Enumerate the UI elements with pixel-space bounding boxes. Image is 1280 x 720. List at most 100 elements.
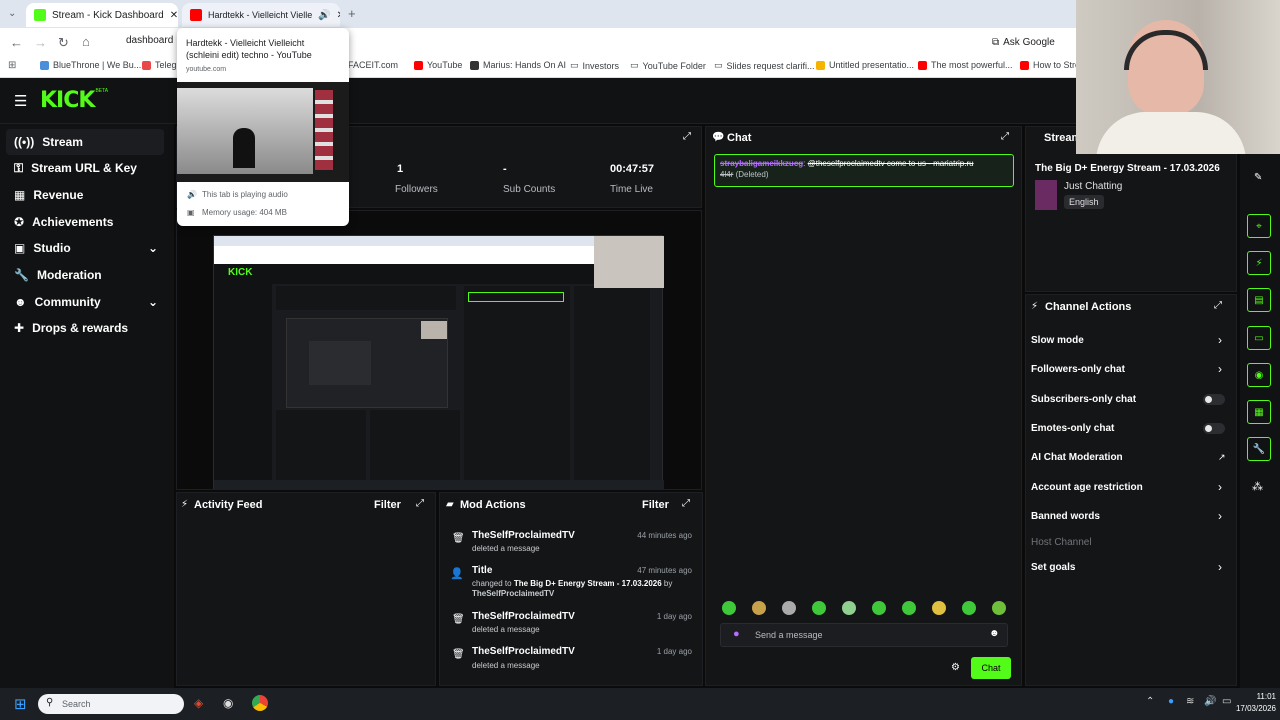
emote-icon[interactable] xyxy=(752,601,766,615)
settings-cluster-icon[interactable]: ⁂ xyxy=(1252,480,1263,493)
subscribers-only-item[interactable]: Subscribers-only chat xyxy=(1031,394,1136,405)
tab-youtube-hardtekk[interactable]: Hardtekk - Vielleicht Vielle 🔊 ✕ xyxy=(182,3,340,27)
rail-button-chat-icon[interactable]: ▭ xyxy=(1247,326,1271,350)
expand-icon[interactable]: ⤢ xyxy=(1214,300,1222,311)
emote-icon[interactable] xyxy=(812,601,826,615)
bookmark-item[interactable]: YouTube xyxy=(414,60,462,70)
kick-logo[interactable]: KICK BETA xyxy=(40,88,108,113)
chat-message-deleted[interactable]: straybaligameikkzucg: @theselfproclaimed… xyxy=(714,154,1014,187)
sidebar-item-revenue[interactable]: ▦ Revenue xyxy=(6,182,164,208)
bookmark-item[interactable]: The most powerful... xyxy=(918,60,1013,70)
category-label[interactable]: Just Chatting xyxy=(1064,181,1122,192)
bookmark-item[interactable]: Marius: Hands On AI xyxy=(470,60,566,70)
banned-words-item[interactable]: Banned words xyxy=(1031,511,1100,522)
rail-button-broadcast-icon[interactable]: ◉ xyxy=(1247,363,1271,387)
category-thumbnail[interactable] xyxy=(1035,180,1057,210)
emote-icon[interactable] xyxy=(722,601,736,615)
subscribers-only-toggle[interactable] xyxy=(1203,394,1225,405)
stream-preview-video[interactable]: KICK xyxy=(213,235,664,490)
chat-settings-icon[interactable]: ⚙ xyxy=(951,662,960,673)
chevron-down-icon: ⌄ xyxy=(147,295,158,309)
tab-close-icon[interactable]: ✕ xyxy=(170,10,178,21)
microphone-icon[interactable]: ● xyxy=(733,628,740,640)
chevron-right-icon[interactable]: › xyxy=(1218,509,1222,523)
chat-send-button[interactable]: Chat xyxy=(971,657,1011,679)
expand-icon[interactable]: ⤢ xyxy=(682,498,690,509)
chat-input[interactable]: ● Send a message ☻ xyxy=(720,623,1008,647)
bookmark-item[interactable]: How to Stre xyxy=(1020,60,1080,70)
back-icon[interactable]: ← xyxy=(10,35,23,50)
edit-pencil-icon[interactable]: ✎ xyxy=(1254,172,1262,183)
menu-icon[interactable]: ☰ xyxy=(14,92,27,110)
sidebar-item-moderation[interactable]: 🔧 Moderation xyxy=(6,262,164,288)
emote-icon[interactable] xyxy=(932,601,946,615)
emotes-only-item[interactable]: Emotes-only chat xyxy=(1031,423,1114,434)
obs-icon[interactable]: ◉ xyxy=(223,696,233,710)
mod-filter-button[interactable]: Filter xyxy=(642,499,669,511)
emote-icon[interactable] xyxy=(992,601,1006,615)
windows-start-icon[interactable]: ⊞ xyxy=(14,695,27,713)
wifi-icon[interactable]: ≋ xyxy=(1186,696,1194,707)
emote-icon[interactable] xyxy=(782,601,796,615)
speaker-icon[interactable]: 🔊 xyxy=(318,10,330,21)
chrome-icon[interactable] xyxy=(252,695,268,711)
tab-kick-dashboard[interactable]: Stream - Kick Dashboard ✕ xyxy=(26,3,178,27)
forward-icon[interactable]: → xyxy=(34,35,47,50)
apps-icon[interactable]: ⊞ xyxy=(8,60,16,71)
bookmark-item[interactable]: BlueThrone | We Bu... xyxy=(40,60,141,70)
reload-icon[interactable]: ↻ xyxy=(58,35,69,51)
bookmark-item[interactable]: Untitled presentatio... xyxy=(816,60,914,70)
taskbar-search[interactable]: ⚲ Search xyxy=(38,694,184,714)
set-goals-item[interactable]: Set goals xyxy=(1031,562,1075,573)
new-tab-icon[interactable]: + xyxy=(348,6,356,21)
rail-button-wrench-icon[interactable]: 🔧 xyxy=(1247,437,1271,461)
expand-icon[interactable]: ⤢ xyxy=(416,498,424,509)
ai-chat-moderation-item[interactable]: AI Chat Moderation xyxy=(1031,452,1123,463)
bookmark-folder[interactable]: ▭ Slides request clarifi... xyxy=(714,60,815,71)
address-field[interactable]: dashboard xyxy=(110,35,178,51)
sidebar-item-achievements[interactable]: ✪ Achievements xyxy=(6,209,164,235)
expand-icon[interactable]: ⤢ xyxy=(1001,131,1009,142)
clock-date[interactable]: 17/03/2026 xyxy=(1222,704,1276,713)
external-link-icon[interactable]: ↗ xyxy=(1218,452,1226,463)
sidebar-item-stream-url-key[interactable]: ⚿ Stream URL & Key xyxy=(6,155,164,181)
sidebar-item-community[interactable]: ☻ Community ⌄ xyxy=(6,289,164,315)
account-age-item[interactable]: Account age restriction xyxy=(1031,482,1143,493)
emote-icon[interactable] xyxy=(872,601,886,615)
community-icon: ☻ xyxy=(14,295,27,309)
chevron-right-icon[interactable]: › xyxy=(1218,560,1222,574)
bookmark-item[interactable]: FACEIT.com xyxy=(348,60,398,70)
tab-search-icon[interactable]: ⌄ xyxy=(8,8,16,19)
emote-icon[interactable] xyxy=(842,601,856,615)
tab-hover-card: Hardtekk - Vielleicht Vielleicht (schlei… xyxy=(177,28,349,226)
emoji-icon[interactable]: ☻ xyxy=(989,628,1000,639)
rail-button-clipboard-icon[interactable]: ▤ xyxy=(1247,288,1271,312)
bookmark-folder[interactable]: ▭ YouTube Folder xyxy=(630,60,706,71)
mic-tray-icon[interactable]: ● xyxy=(1168,696,1174,707)
bookmark-folder[interactable]: ▭ Investors xyxy=(570,60,619,71)
tab-close-icon[interactable]: ✕ xyxy=(337,10,340,21)
sidebar-item-stream[interactable]: ((•)) Stream xyxy=(6,129,164,155)
sidebar-item-studio[interactable]: ▣ Studio ⌄ xyxy=(6,235,164,261)
tray-chevron-icon[interactable]: ⌃ xyxy=(1146,696,1154,707)
ask-google-button[interactable]: ⧉ Ask Google xyxy=(992,34,1055,50)
rail-button-lightning-icon[interactable]: ⚡ xyxy=(1247,251,1271,275)
chevron-right-icon[interactable]: › xyxy=(1218,362,1222,376)
emote-icon[interactable] xyxy=(902,601,916,615)
activity-filter-button[interactable]: Filter xyxy=(374,499,401,511)
followers-only-item[interactable]: Followers-only chat xyxy=(1031,364,1125,375)
sidebar-item-drops-rewards[interactable]: ✚ Drops & rewards xyxy=(6,315,164,341)
home-icon[interactable]: ⌂ xyxy=(82,34,90,49)
emote-icon[interactable] xyxy=(962,601,976,615)
rail-button-layout-icon[interactable]: ▦ xyxy=(1247,400,1271,424)
emotes-only-toggle[interactable] xyxy=(1203,423,1225,434)
brave-icon[interactable]: ◈ xyxy=(194,696,203,710)
expand-icon[interactable]: ⤢ xyxy=(683,131,691,142)
slow-mode-item[interactable]: Slow mode xyxy=(1031,335,1084,346)
chevron-right-icon[interactable]: › xyxy=(1218,480,1222,494)
rail-button-scan-icon[interactable]: ⌖ xyxy=(1247,214,1271,238)
volume-icon[interactable]: 🔊 xyxy=(1204,696,1216,707)
bookmark-item[interactable]: Telegr xyxy=(142,60,180,70)
chevron-right-icon[interactable]: › xyxy=(1218,333,1222,347)
clock-time[interactable]: 11:01 xyxy=(1238,692,1276,701)
